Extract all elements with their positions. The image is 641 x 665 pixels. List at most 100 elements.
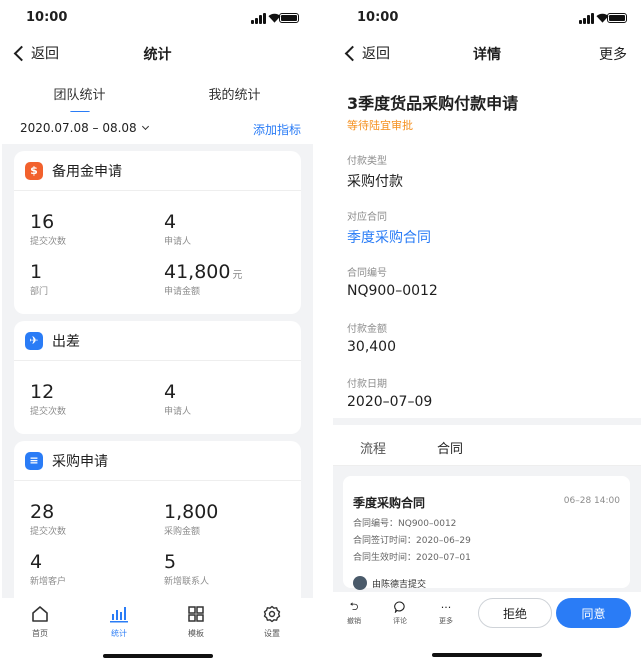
stat-value: 5: [164, 551, 177, 573]
contract-time: 06–28 14:00: [563, 496, 620, 506]
stat-value: 16: [30, 211, 55, 233]
tab-label: 模板: [188, 629, 204, 638]
bottom-tab-bar: 首页 统计 模板 设置: [2, 598, 313, 665]
more-actions-button[interactable]: ··· 更多: [431, 600, 461, 626]
tab-process[interactable]: 流程: [360, 438, 386, 457]
stat-label: 提交次数: [30, 527, 67, 537]
tab-label: 统计: [111, 629, 127, 638]
plane-icon: ✈: [25, 331, 43, 350]
undo-button[interactable]: ⮌ 撤销: [339, 600, 369, 626]
field-label: 合同编号: [347, 268, 387, 279]
action-label: 评论: [393, 617, 407, 625]
tab-label: 设置: [264, 629, 280, 638]
submitter-text: 由陈德吉提交: [372, 579, 427, 590]
status-time: 10:00: [26, 10, 68, 25]
card-header: ✈ 出差: [14, 321, 301, 361]
submitter-info: 由陈德吉提交: [353, 576, 426, 590]
nav-bar: 返回 统计: [2, 36, 313, 72]
contract-link[interactable]: 季度采购合同: [347, 227, 431, 247]
battery-icon: [607, 13, 627, 23]
status-bar: 10:00: [2, 0, 313, 36]
detail-screen: 10:00 返回 详情 更多 3季度货品采购付款申请 等待陆宜审批 付款类型 采…: [333, 0, 641, 665]
tab-label: 首页: [32, 629, 48, 638]
signal-bar: [255, 18, 258, 24]
stat-item: 5 新增联系人: [164, 551, 209, 587]
grid-icon: [188, 606, 204, 622]
tab-home[interactable]: 首页: [10, 604, 70, 639]
card-title: 出差: [52, 333, 80, 350]
signal-bar: [591, 13, 594, 24]
contract-effective-line: 合同生效时间：2020–07–01: [353, 553, 471, 563]
date-range-text: 2020.07.08 – 08.08: [20, 121, 137, 135]
contract-signed-line: 合同签订时间：2020–06–29: [353, 536, 471, 546]
stat-value: 1: [30, 261, 43, 283]
home-indicator: [102, 654, 213, 658]
contract-card[interactable]: 季度采购合同 06–28 14:00 合同编号：NQ900–0012 合同签订时…: [343, 476, 630, 590]
comment-button[interactable]: 评论: [385, 600, 415, 626]
signal-icon: [251, 20, 254, 24]
field-label: 付款类型: [347, 156, 387, 167]
card-header: $ 备用金申请: [14, 151, 301, 191]
gear-icon: [263, 605, 281, 623]
tab-stats[interactable]: 统计: [89, 604, 149, 639]
stat-item: 41,800 元 申请金额: [164, 261, 242, 297]
stat-value: 12: [30, 381, 55, 403]
stats-tabs: 团队统计 我的统计: [2, 72, 313, 114]
more-button[interactable]: 更多: [599, 44, 627, 64]
document-icon: ≡: [25, 451, 43, 470]
avatar: [353, 576, 367, 590]
card-purchase-request[interactable]: ≡ 采购申请 28 提交次数 1,800 采购金额 4 新增客户 5 新增联系人: [14, 441, 301, 611]
stat-unit: 元: [232, 270, 243, 281]
stat-label: 新增联系人: [164, 577, 210, 587]
status-icons: [251, 12, 299, 24]
stat-label: 申请人: [164, 407, 192, 417]
chevron-down-icon: [141, 122, 149, 131]
agree-button[interactable]: 同意: [556, 598, 631, 628]
stat-item: 1,800 采购金额: [164, 501, 218, 537]
stat-value: 4: [164, 381, 177, 403]
money-bag-icon: $: [25, 161, 43, 180]
request-title: 3季度货品采购付款申请: [347, 94, 519, 113]
tab-settings[interactable]: 设置: [242, 604, 302, 639]
status-bar: 10:00: [333, 0, 641, 36]
status-time: 10:00: [357, 10, 399, 25]
card-title: 备用金申请: [52, 163, 122, 180]
tab-templates[interactable]: 模板: [166, 604, 226, 639]
signal-icon: [579, 20, 582, 24]
card-petty-cash[interactable]: $ 备用金申请 16 提交次数 4 申请人 1 部门 41,800 元 申请金额: [14, 151, 301, 314]
tab-my-stats[interactable]: 我的统计: [157, 84, 312, 103]
field-value: 采购付款: [347, 174, 403, 190]
reject-button[interactable]: 拒绝: [478, 598, 552, 628]
card-header: ≡ 采购申请: [14, 441, 301, 481]
stat-item: 28 提交次数: [30, 501, 66, 537]
add-metric-button[interactable]: 添加指标: [253, 121, 301, 138]
stat-value: 4: [164, 211, 177, 233]
action-label: 更多: [439, 617, 453, 625]
stat-item: 12 提交次数: [30, 381, 66, 417]
home-indicator: [432, 653, 542, 657]
field-label: 对应合同: [347, 212, 387, 223]
stat-label: 提交次数: [30, 237, 67, 247]
signal-bar: [259, 15, 262, 24]
stat-label: 申请人: [164, 237, 192, 247]
stat-item: 4 申请人: [164, 381, 191, 417]
filter-bar: 2020.07.08 – 08.08 添加指标: [2, 112, 313, 144]
nav-bar: 返回 详情 更多: [333, 36, 641, 72]
tab-team-stats[interactable]: 团队统计: [2, 84, 157, 114]
home-icon: [32, 606, 48, 622]
date-range-selector[interactable]: 2020.07.08 – 08.08: [20, 121, 149, 135]
contract-title: 季度采购合同: [353, 496, 426, 510]
chart-icon: [110, 607, 128, 623]
signal-bar: [587, 15, 590, 24]
field-payment-date: 付款日期 2020–07–09: [347, 375, 432, 410]
stat-label: 新增客户: [30, 577, 67, 587]
tab-contract[interactable]: 合同: [437, 438, 463, 468]
field-label: 付款金额: [347, 324, 387, 335]
stat-item: 16 提交次数: [30, 211, 66, 247]
approval-status: 等待陆宜审批: [347, 119, 413, 132]
field-label: 付款日期: [347, 379, 387, 390]
contract-number-line: 合同编号：NQ900–0012: [353, 519, 457, 529]
field-contract-number: 合同编号 NQ900–0012: [347, 264, 438, 299]
section-divider: [333, 418, 641, 425]
card-business-trip[interactable]: ✈ 出差 12 提交次数 4 申请人: [14, 321, 301, 434]
